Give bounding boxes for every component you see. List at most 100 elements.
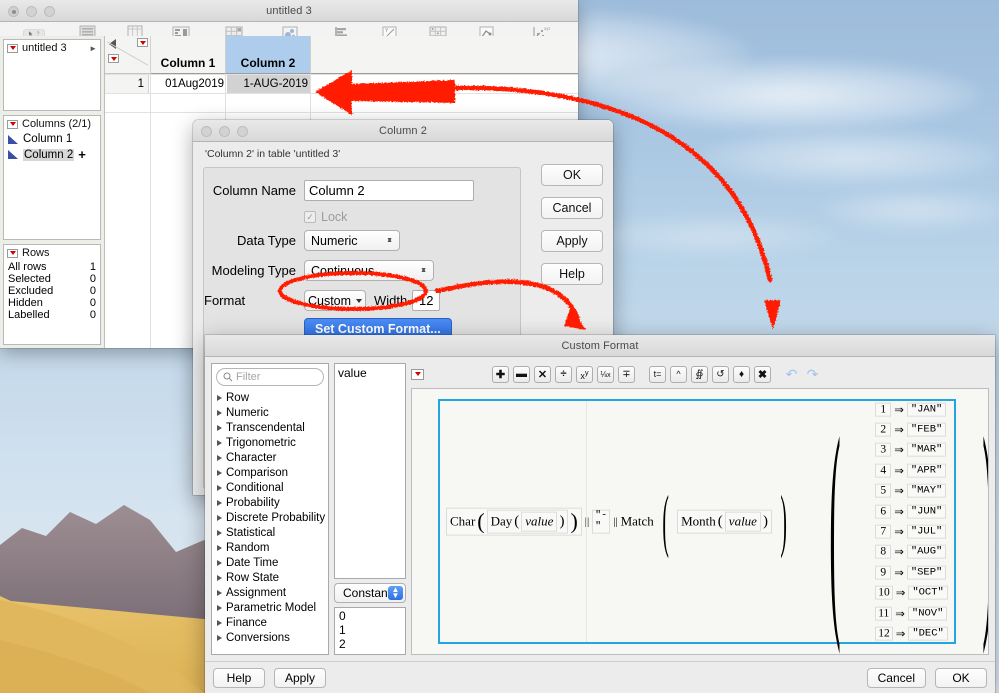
column-list-item[interactable]: Column 1 [4,132,100,146]
string-literal[interactable]: "-" [592,509,611,534]
redo-icon[interactable]: ↷ [804,366,821,383]
ok-button[interactable]: OK [935,667,987,688]
divide-icon[interactable]: ÷ [555,365,572,383]
arg-value[interactable]: value [521,511,558,532]
columns-panel-header[interactable]: Columns (2/1) [4,116,100,132]
disclosure-triangle-icon[interactable] [217,484,222,491]
disclosure-triangle-icon[interactable] [217,454,222,461]
modeling-type-select[interactable]: Continuous ▲ ▼ [304,260,434,281]
match-key[interactable]: 12 [875,626,893,641]
match-key[interactable]: 11 [875,606,893,621]
custom-format-titlebar[interactable]: Custom Format [205,335,995,357]
constant-item[interactable]: 0 [339,609,401,623]
formula-node-char-day[interactable]: Char ( Day ( value ) ) [446,507,582,536]
match-map-row[interactable]: 12 ⇒ "DEC" [875,623,948,643]
match-key[interactable]: 1 [875,402,892,417]
match-map-row[interactable]: 10 ⇒ "OCT" [875,583,948,603]
tree-item[interactable]: Row State [212,570,328,585]
columns-panel[interactable]: Columns (2/1) Column 1 Column 2 + [3,115,101,240]
column-dialog-titlebar[interactable]: Column 2 [193,120,613,142]
close-button[interactable] [201,126,212,137]
formula-canvas[interactable]: Char ( Day ( value ) ) || "-" [411,388,989,655]
data-cell[interactable]: 01Aug2019 [154,75,224,93]
root-icon[interactable]: ∯ [691,365,708,383]
tree-item[interactable]: Parametric Model [212,600,328,615]
constant-item[interactable]: 1 [339,623,401,637]
match-value[interactable]: "NOV" [907,606,948,621]
stepper-icon[interactable]: ▲ ▼ [388,585,403,600]
apply-button[interactable]: Apply [274,667,327,688]
match-key[interactable]: 9 [875,565,892,580]
formula-editor[interactable]: ✚ ▬ ✕ ÷ xy ⅛x ∓ t= ^ ∯ ↺ ♦ ✖ ↶ ↷ Char (… [411,363,989,655]
tree-item[interactable]: Row [212,390,328,405]
jmp-titlebar[interactable]: untitled 3 [0,0,578,22]
tree-item[interactable]: Discrete Probability [212,510,328,525]
column-list-item[interactable]: Column 2 + [4,146,100,163]
formula-node-day[interactable]: Day ( value ) [486,509,569,534]
table-panel-header[interactable]: untitled 3 ► [4,40,100,56]
formula-expression[interactable]: Char ( Day ( value ) ) || "-" [440,399,988,644]
tree-item[interactable]: Random [212,540,328,555]
minimize-button[interactable] [219,126,230,137]
function-tree[interactable]: Filter Row Numeric Transcendental Trigon… [211,363,329,655]
help-button[interactable]: Help [541,263,603,285]
match-map-row[interactable]: 1 ⇒ "JAN" [875,399,948,419]
grid-corner-cell[interactable] [105,36,151,74]
window-controls[interactable] [8,6,55,17]
disclosure-triangle-icon[interactable] [217,394,222,401]
match-map-row[interactable]: 5 ⇒ "MAY" [875,481,948,501]
match-value[interactable]: "AUG" [906,545,947,560]
data-cell-selected[interactable]: 1-AUG-2019 [227,75,310,93]
close-button[interactable] [8,6,19,17]
maximize-button[interactable] [237,126,248,137]
table-panel[interactable]: untitled 3 ► [3,39,101,111]
format-select[interactable]: Custom [304,290,366,311]
match-value[interactable]: "JUL" [906,524,947,539]
match-key[interactable]: 4 [875,463,892,478]
ok-button[interactable]: OK [541,164,603,186]
disclosure-triangle-icon[interactable] [217,469,222,476]
disclosure-triangle-icon[interactable] [217,424,222,431]
column-dialog-buttons[interactable]: OK Cancel Apply Help [541,164,603,285]
tree-item[interactable]: Transcendental [212,420,328,435]
disclosure-triangle-icon[interactable] [217,559,222,566]
disclosure-triangle-icon[interactable] [217,619,222,626]
red-triangle-menu-icon[interactable] [108,54,119,63]
disclosure-triangle-icon[interactable] [217,589,222,596]
disclosure-triangle-icon[interactable] [217,529,222,536]
filter-input[interactable]: Filter [216,368,324,386]
arg-value[interactable]: value [724,511,761,532]
formula-node-month[interactable]: Month ( value ) [677,509,772,534]
red-triangle-menu-icon[interactable] [137,38,148,47]
window-controls[interactable] [201,126,248,137]
match-key[interactable]: 7 [875,524,892,539]
maximize-button[interactable] [44,6,55,17]
formula-toolbar[interactable]: ✚ ▬ ✕ ÷ xy ⅛x ∓ t= ^ ∯ ↺ ♦ ✖ ↶ ↷ [411,363,989,385]
disclosure-triangle-icon[interactable] [217,439,222,446]
match-key[interactable]: 2 [875,422,892,437]
row-number-cell[interactable]: 1 [105,75,149,93]
tree-item[interactable]: Assignment [212,585,328,600]
match-map-row[interactable]: 11 ⇒ "NOV" [875,603,948,623]
disclosure-triangle-icon[interactable] [217,499,222,506]
tree-item[interactable]: Statistical [212,525,328,540]
match-key[interactable]: 10 [875,585,893,600]
column-name-input[interactable]: Column 2 [304,180,474,201]
cancel-button[interactable]: Cancel [866,667,926,688]
multiply-icon[interactable]: ✕ [534,365,551,383]
tree-item[interactable]: Numeric [212,405,328,420]
match-map-row[interactable]: 6 ⇒ "JUN" [875,501,948,521]
close-x-icon[interactable]: ✖ [754,365,771,383]
match-map-row[interactable]: 3 ⇒ "MAR" [875,440,948,460]
tree-item[interactable]: Conditional [212,480,328,495]
tree-item[interactable]: Probability [212,495,328,510]
match-key[interactable]: 3 [875,443,892,458]
red-triangle-menu-icon[interactable] [7,119,18,129]
plus-minus-icon[interactable]: ∓ [618,365,635,383]
tree-list[interactable]: Row Numeric Transcendental Trigonometric… [212,390,328,645]
match-value[interactable]: "DEC" [908,626,948,641]
tree-item[interactable]: Trigonometric [212,435,328,450]
power-icon[interactable]: xy [576,365,593,383]
local-variable-icon[interactable]: t= [649,365,666,383]
constants-list[interactable]: 0 1 2 [334,607,406,655]
